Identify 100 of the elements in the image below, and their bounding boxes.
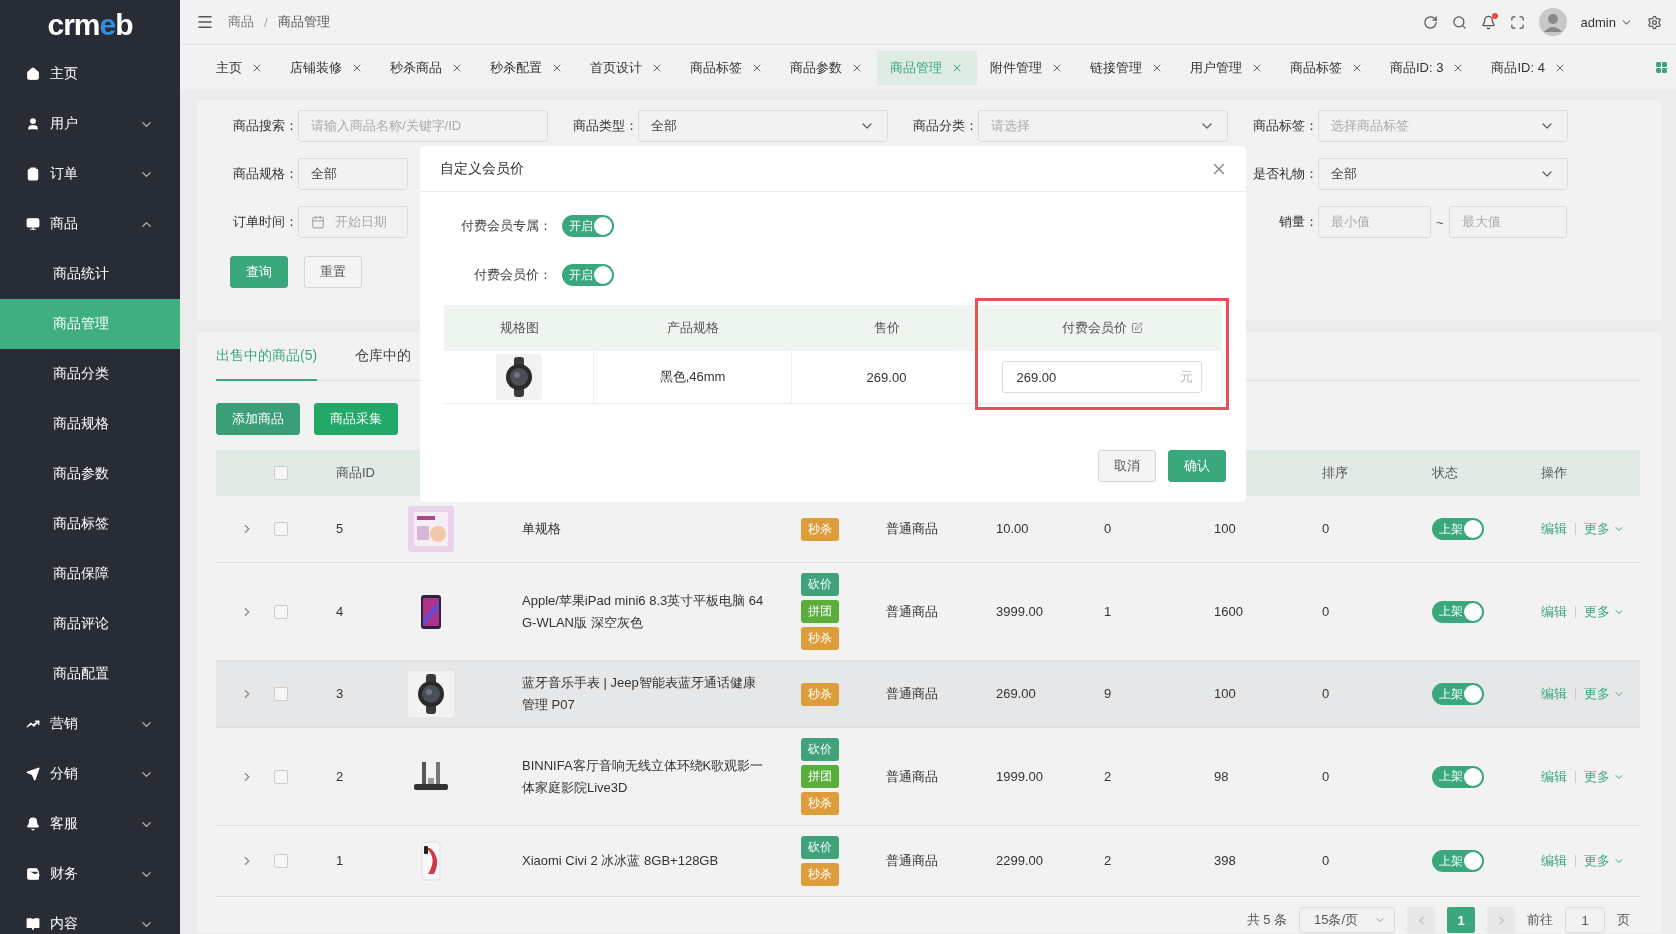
page-tab[interactable]: 商品标签 (677, 50, 777, 85)
table-row[interactable]: 2 BINNIFA客厅音响无线立体环绕K歌观影一体家庭影院Live3D 砍价 拼团 秒杀 普通商品 1999.00 2 98 0 上架 编辑 更多 (216, 728, 1640, 826)
table-cell-text: 1 (1104, 602, 1113, 621)
page-tab[interactable]: 商品ID: 4 (1478, 50, 1580, 85)
table-cell-text: 0 (1104, 520, 1113, 538)
tag: 砍价 (801, 836, 839, 859)
sidebar-subitem[interactable]: 商品标签 (0, 499, 180, 549)
sidebar-item[interactable]: 分销 (0, 749, 180, 799)
sidebar-subitem[interactable]: 商品配置 (0, 649, 180, 699)
table-cell-text: 398 (1214, 852, 1237, 870)
avatar[interactable] (1538, 8, 1567, 36)
bell-icon (26, 817, 40, 831)
table-cell-text: 1 (336, 852, 345, 870)
breadcrumb-item[interactable]: 商品 (228, 13, 254, 31)
member-price-field[interactable]: 269.00 元 (1001, 361, 1202, 393)
field-label: 商品分类： (912, 117, 978, 135)
sidebar-item[interactable]: 订单 (0, 149, 180, 199)
row-checkbox[interactable] (274, 522, 288, 536)
column-header: 排序 (1322, 464, 1349, 482)
row-checkbox[interactable] (274, 687, 288, 701)
breadcrumb-item[interactable]: 商品管理 (277, 13, 330, 31)
search-icon[interactable] (1451, 14, 1467, 30)
select-all-checkbox[interactable] (274, 466, 288, 480)
field-label: 付费会员价： (473, 266, 552, 284)
sidebar-item[interactable]: 主页 (0, 49, 180, 99)
page-tab[interactable]: 商品参数 (777, 50, 877, 85)
sidebar-item[interactable]: 内容 (0, 899, 180, 934)
tag: 秒杀 (801, 792, 839, 815)
sidebar-subitem[interactable]: 商品参数 (0, 449, 180, 499)
table-cell-text: 2 (336, 767, 345, 786)
table-cell-text: 98 (1214, 767, 1230, 786)
select-field[interactable]: 全部 (638, 110, 888, 142)
table-cell-text: 100 (1214, 520, 1237, 538)
refresh-icon[interactable] (1422, 14, 1438, 30)
page-size-select[interactable]: 15条/页 (1299, 907, 1395, 933)
table-cell-text: 2 (1104, 852, 1113, 870)
table-cell-text: 普通商品 (886, 852, 939, 870)
table-cell-text: 3999.00 (996, 602, 1044, 621)
table-cell-text: 2 (1104, 767, 1113, 786)
page-tab[interactable]: 附件管理 (977, 50, 1077, 85)
notification-bell[interactable] (1480, 14, 1496, 30)
goto-page-field[interactable]: 1 (1565, 907, 1605, 933)
sidebar-item[interactable]: 用户 (0, 99, 180, 149)
column-header: 产品规格 (667, 319, 719, 337)
fullscreen-icon[interactable] (1509, 14, 1525, 30)
tag: 秒杀 (801, 517, 839, 541)
table-row[interactable]: 1 Xiaomi Civi 2 冰冰蓝 8GB+128GB 砍价 秒杀 普通商品 2299.00 2 398 0 上架 编辑 更多 (216, 826, 1640, 897)
table-cell-text: 普通商品 (886, 520, 939, 538)
page-tab[interactable]: 店铺装修 (277, 50, 377, 85)
select-field[interactable]: 全部 (1318, 158, 1568, 190)
column-header: 规格图 (499, 319, 539, 337)
tag: 砍价 (801, 573, 839, 596)
sidebar-subitem[interactable]: 商品规格 (0, 399, 180, 449)
product-name: BINNIFA客厅音响无线立体环绕K歌观影一体家庭影院Live3D (522, 756, 765, 797)
page-tab[interactable]: 商品标签 (1277, 50, 1377, 85)
table-cell-text: 4 (336, 602, 345, 621)
menu-icon[interactable] (196, 13, 214, 31)
user-name[interactable]: admin (1580, 14, 1616, 30)
column-header: 商品ID (336, 464, 376, 482)
price-input[interactable]: 269.00 (1016, 369, 1180, 385)
page-tab[interactable]: 秒杀配置 (477, 50, 577, 85)
cancel-button[interactable]: 取消 (1098, 450, 1156, 482)
page-tab[interactable]: 首页设计 (577, 50, 677, 85)
page-tab[interactable]: 链接管理 (1077, 50, 1177, 85)
logo: crmeb (46, 6, 134, 43)
sidebar-subitem[interactable]: 商品评论 (0, 599, 180, 649)
product-name: 蓝牙音乐手表 | Jeep智能表蓝牙通话健康管理 P07 (522, 674, 757, 714)
sidebar-item[interactable]: 财务 (0, 849, 180, 899)
page-tab[interactable]: 秒杀商品 (377, 50, 477, 85)
product-name: 单规格 (522, 520, 562, 538)
field-label: 订单时间： (232, 213, 298, 231)
page-tab[interactable]: 主页 (203, 50, 277, 85)
row-checkbox[interactable] (274, 854, 288, 868)
sidebar-subitem[interactable]: 商品统计 (0, 249, 180, 299)
row-checkbox[interactable] (274, 604, 288, 619)
sidebar-item[interactable]: 客服 (0, 799, 180, 849)
unit-label: 元 (1179, 368, 1193, 386)
row-checkbox[interactable] (274, 769, 288, 784)
sidebar-subitem[interactable]: 商品分类 (0, 349, 180, 399)
table-cell-text: 0 (1322, 767, 1331, 786)
column-header: 售价 (874, 319, 900, 337)
table-cell-text: 普通商品 (886, 602, 939, 621)
settings-icon[interactable] (1647, 14, 1662, 30)
sidebar-item[interactable]: 商品 (0, 199, 180, 249)
reset-button[interactable]: 重置 (304, 256, 362, 288)
edit-icon[interactable] (1130, 322, 1143, 334)
table-row[interactable]: 3 蓝牙音乐手表 | Jeep智能表蓝牙通话健康管理 P07 秒杀 普通商品 269.00 9 100 0 上架 编辑 更多 (216, 661, 1640, 728)
grid-icon[interactable] (1655, 61, 1668, 74)
page-tab[interactable]: 用户管理 (1177, 50, 1277, 85)
table-cell-text: 普通商品 (886, 767, 939, 786)
tag: 秒杀 (801, 682, 839, 706)
breadcrumb-separator: / (264, 14, 268, 30)
sidebar-item[interactable]: 营销 (0, 699, 180, 749)
spec-select[interactable]: 全部 (298, 158, 408, 190)
page-tab[interactable]: 商品ID: 3 (1377, 50, 1479, 85)
product-name: Xiaomi Civi 2 冰冰蓝 8GB+128GB (522, 852, 720, 870)
table-cell-text: 1600 (1214, 602, 1244, 621)
table-cell: 黑色,46mm (659, 368, 726, 386)
list-tab[interactable]: 仓库中的 (355, 332, 412, 381)
sidebar-subitem[interactable]: 商品保障 (0, 549, 180, 599)
